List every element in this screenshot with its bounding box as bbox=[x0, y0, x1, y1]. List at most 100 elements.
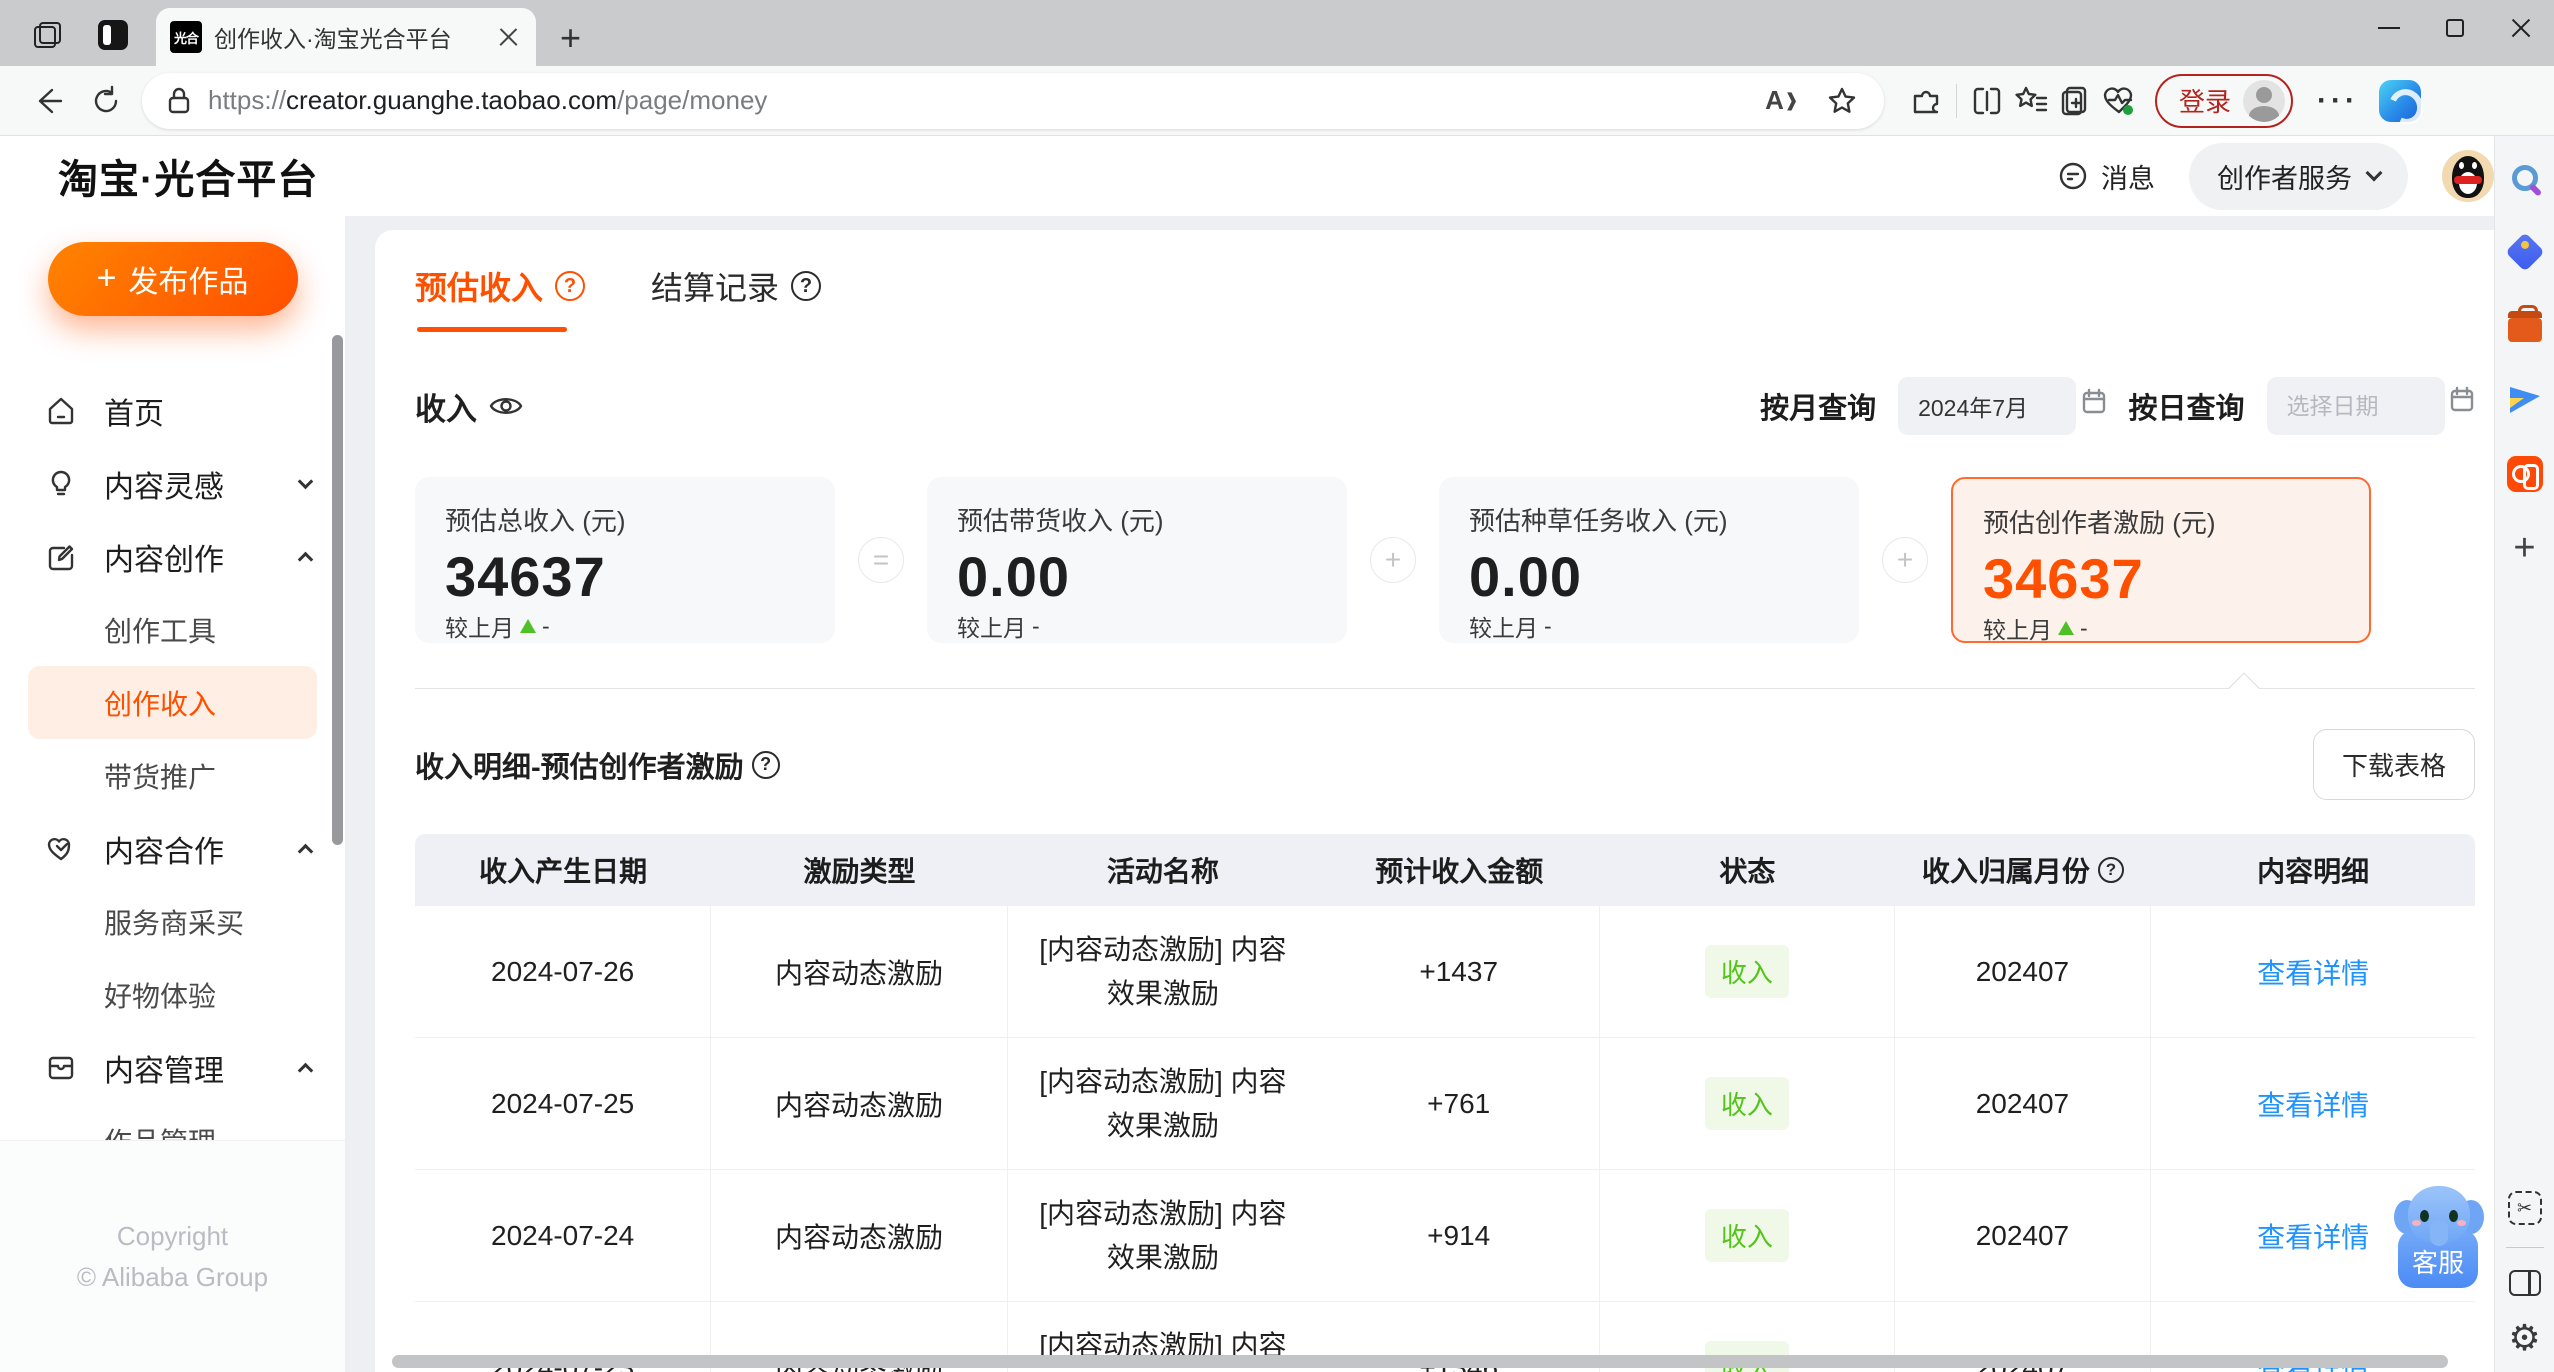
view-details-link[interactable]: 查看详情 bbox=[2257, 958, 2369, 989]
eye-icon[interactable] bbox=[489, 393, 523, 419]
cell-activity: [内容动态激励] 内容效果激励 bbox=[1039, 1066, 1287, 1141]
favorites-button[interactable] bbox=[2009, 79, 2053, 123]
help-icon[interactable] bbox=[751, 750, 780, 779]
card-total-income[interactable]: 预估总收入 (元) 34637 较上月 - bbox=[415, 477, 835, 643]
card-creator-incentive[interactable]: 预估创作者激励 (元) 34637 较上月 - bbox=[1951, 477, 2371, 643]
card-value: 0.00 bbox=[1469, 545, 1582, 608]
home-icon bbox=[44, 394, 78, 428]
month-input[interactable] bbox=[1898, 377, 2077, 435]
sidebar-item-inspiration[interactable]: 内容灵感 bbox=[0, 447, 345, 520]
help-icon[interactable] bbox=[791, 271, 822, 301]
browser-window: 光合 创作收入·淘宝光合平台 + https://creator.guanghe… bbox=[0, 0, 2554, 1372]
card-value: 0.00 bbox=[957, 545, 1070, 608]
sidebar-item-cooperation[interactable]: 内容合作 bbox=[0, 812, 345, 885]
shopping-sidebar-icon[interactable] bbox=[2504, 232, 2545, 272]
card-sales-income[interactable]: 预估带货收入 (元) 0.00 较上月 - bbox=[927, 477, 1347, 643]
trend-up-icon bbox=[520, 619, 536, 633]
add-sidebar-icon[interactable]: + bbox=[2505, 528, 2545, 568]
tools-sidebar-icon[interactable] bbox=[2505, 305, 2545, 346]
customer-service-widget[interactable]: 客服 bbox=[2394, 1186, 2484, 1288]
toolbar-divider bbox=[1956, 83, 1957, 118]
tab-close-icon[interactable] bbox=[498, 26, 520, 48]
download-table-button[interactable]: 下载表格 bbox=[2312, 729, 2475, 800]
equals-icon: = bbox=[858, 537, 904, 583]
horizontal-scrollbar[interactable] bbox=[392, 1355, 2448, 1368]
cell-date: 2024-07-24 bbox=[415, 1170, 712, 1301]
trend-up-icon bbox=[2058, 621, 2074, 635]
help-icon[interactable] bbox=[2097, 857, 2124, 883]
favorite-star-button[interactable] bbox=[1820, 79, 1864, 123]
screenshot-icon[interactable]: ✂ bbox=[2507, 1191, 2542, 1225]
detail-title: 收入明细-预估创作者激励 bbox=[415, 751, 744, 784]
back-button[interactable] bbox=[26, 79, 70, 123]
login-button[interactable]: 登录 bbox=[2155, 73, 2294, 128]
split-screen-button[interactable] bbox=[1965, 79, 2009, 123]
minimize-button[interactable] bbox=[2356, 0, 2422, 56]
detail-header-row: 收入明细-预估创作者激励 下载表格 bbox=[415, 729, 2475, 800]
cell-amount: +914 bbox=[1318, 1170, 1601, 1301]
view-details-link[interactable]: 查看详情 bbox=[2257, 1090, 2369, 1121]
creator-service-dropdown[interactable]: 创作者服务 bbox=[2189, 142, 2408, 210]
sidebar-item-service-purchase[interactable]: 服务商采买 bbox=[0, 885, 345, 958]
card-seeding-task-income[interactable]: 预估种草任务收入 (元) 0.00 较上月 - bbox=[1439, 477, 1859, 643]
close-button[interactable] bbox=[2488, 0, 2554, 56]
star-icon bbox=[1828, 87, 1856, 113]
publish-button[interactable]: + 发布作品 bbox=[47, 242, 298, 316]
collections-icon bbox=[2061, 86, 2087, 115]
copilot-icon[interactable] bbox=[2379, 79, 2421, 122]
sidebar-item-creation-income[interactable]: 创作收入 bbox=[28, 666, 317, 739]
settings-gear-icon[interactable]: ⚙ bbox=[2508, 1320, 2540, 1356]
tab-estimated-income[interactable]: 预估收入 bbox=[415, 240, 586, 332]
tab-settlement-record[interactable]: 结算记录 bbox=[651, 240, 822, 332]
month-picker[interactable] bbox=[1898, 377, 2106, 435]
sidebar-item-goods-trial[interactable]: 好物体验 bbox=[0, 958, 345, 1031]
edit-icon bbox=[44, 540, 78, 574]
address-bar[interactable]: https://creator.guanghe.taobao.com/page/… bbox=[142, 72, 1884, 129]
help-icon[interactable] bbox=[555, 271, 586, 301]
puzzle-icon bbox=[1913, 90, 1939, 113]
collections-button[interactable] bbox=[2053, 79, 2097, 123]
send-sidebar-icon[interactable] bbox=[2505, 380, 2545, 420]
sidebar-item-creation[interactable]: 内容创作 bbox=[0, 520, 345, 593]
calendar-icon bbox=[2450, 386, 2474, 411]
browser-toolbar: https://creator.guanghe.taobao.com/page/… bbox=[0, 66, 2554, 136]
sidebar-item-home[interactable]: 首页 bbox=[0, 374, 345, 447]
site-logo[interactable]: 淘宝·光合平台 bbox=[58, 147, 318, 205]
messages-button[interactable]: 消息 bbox=[2057, 157, 2155, 196]
main-card: 预估收入 结算记录 收入 按月查询 bbox=[375, 230, 2515, 1372]
read-aloud-button[interactable]: A ❱ bbox=[1760, 79, 1804, 123]
search-sidebar-icon[interactable] bbox=[2505, 158, 2545, 198]
view-details-link[interactable]: 查看详情 bbox=[2257, 1222, 2369, 1253]
sidebar-item-management[interactable]: 内容管理 bbox=[0, 1031, 345, 1104]
compare-label: 较上月 bbox=[445, 615, 514, 641]
sidebar-item-promotion[interactable]: 带货推广 bbox=[0, 739, 345, 812]
lightbulb-icon bbox=[44, 467, 78, 501]
url-text[interactable]: https://creator.guanghe.taobao.com/page/… bbox=[208, 85, 1744, 116]
kuaishou-sidebar-icon[interactable] bbox=[2505, 454, 2545, 494]
section-divider bbox=[415, 672, 2475, 704]
day-input[interactable] bbox=[2266, 377, 2445, 435]
copyright-line1: Copyright bbox=[116, 1220, 229, 1251]
chevron-up-icon bbox=[297, 551, 314, 568]
extensions-button[interactable] bbox=[1904, 79, 1948, 123]
restore-button[interactable] bbox=[2422, 0, 2488, 56]
refresh-button[interactable] bbox=[84, 79, 128, 123]
browser-essentials-button[interactable] bbox=[2097, 79, 2141, 123]
cell-amount: +761 bbox=[1318, 1038, 1601, 1169]
sidebar-item-label: 内容管理 bbox=[104, 1054, 224, 1088]
browser-tab[interactable]: 光合 创作收入·淘宝光合平台 bbox=[156, 8, 536, 66]
workspaces-icon[interactable] bbox=[34, 20, 64, 50]
compare-label: 较上月 bbox=[1983, 617, 2052, 643]
day-picker[interactable] bbox=[2266, 377, 2475, 435]
cell-status: 收入 bbox=[1600, 1038, 1895, 1169]
sidebar-item-creation-tools[interactable]: 创作工具 bbox=[0, 593, 345, 666]
tab-title: 创作收入·淘宝光合平台 bbox=[214, 26, 452, 52]
tab-actions-icon[interactable] bbox=[98, 20, 128, 50]
user-avatar[interactable] bbox=[2442, 150, 2494, 202]
settings-more-button[interactable]: ··· bbox=[2317, 84, 2359, 118]
new-tab-button[interactable]: + bbox=[536, 20, 581, 66]
cell-date: 2024-07-25 bbox=[415, 1038, 712, 1169]
compare-label: 较上月 bbox=[957, 615, 1026, 641]
sidebar-scrollbar[interactable] bbox=[332, 335, 343, 845]
sidebar-toggle-icon[interactable] bbox=[2508, 1270, 2541, 1296]
